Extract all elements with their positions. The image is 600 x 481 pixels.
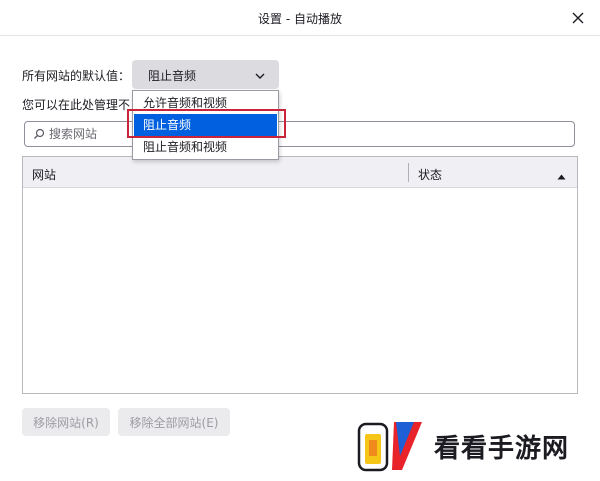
search-input[interactable] [49, 125, 559, 143]
description-text: 您可以在此处管理不遵循默认设置的网站 [22, 98, 130, 112]
dialog-titlebar: 设置 - 自动播放 [0, 0, 600, 36]
table-header: 网站 状态 [23, 157, 577, 188]
chevron-down-icon [255, 69, 265, 83]
dialog-title: 设置 - 自动播放 [258, 12, 342, 26]
column-divider[interactable] [408, 163, 409, 182]
search-icon [33, 128, 45, 143]
default-setting-select[interactable]: 阻止音频 [132, 60, 279, 89]
site-table: 网站 状态 [22, 156, 578, 394]
default-setting-value: 阻止音频 [148, 69, 197, 83]
watermark-text: 看看手游网 [434, 434, 570, 464]
watermark-logo-icon [356, 412, 426, 481]
remove-all-sites-button[interactable]: 移除全部网站(E) [118, 408, 230, 436]
search-box[interactable] [24, 121, 575, 147]
close-icon[interactable] [568, 8, 588, 28]
remove-site-button[interactable]: 移除网站(R) [22, 408, 110, 436]
default-setting-label: 所有网站的默认值： [22, 69, 131, 83]
dropdown-option-block-audio-video[interactable]: 阻止音频和视频 [134, 136, 277, 158]
column-header-site[interactable]: 网站 [32, 166, 56, 183]
column-header-status[interactable]: 状态 [418, 166, 442, 183]
table-body [23, 188, 577, 393]
sort-up-icon[interactable] [557, 169, 566, 183]
watermark: 看看手游网 [348, 410, 598, 480]
highlight-box [127, 109, 286, 138]
